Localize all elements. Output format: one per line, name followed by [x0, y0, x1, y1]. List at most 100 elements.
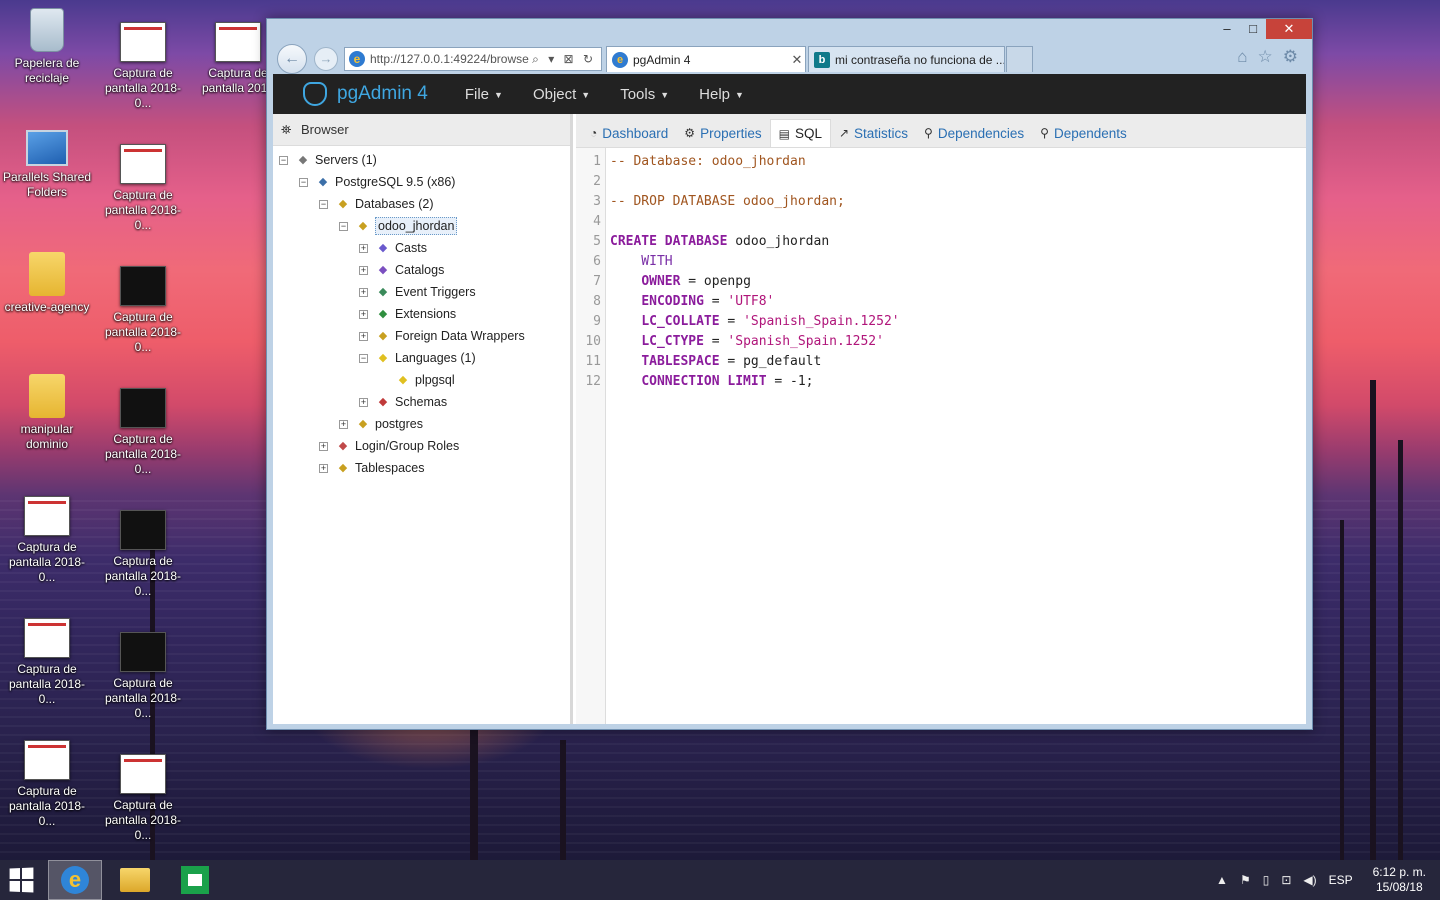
- tree-node-odoo-jhordan[interactable]: − ◆ odoo_jhordan: [339, 216, 458, 236]
- sql-code[interactable]: -- Database: odoo_jhordan -- DROP DATABAS…: [606, 148, 1306, 724]
- battery-icon[interactable]: ▯: [1263, 873, 1270, 887]
- code-line[interactable]: CREATE DATABASE odoo_jhordan: [606, 232, 1306, 252]
- desktop-icon-screenshot[interactable]: Captura de pantalla 2018-0...: [1, 740, 93, 829]
- taskbar-store[interactable]: [168, 860, 222, 900]
- tree-node-event-triggers[interactable]: + ◆ Event Triggers: [359, 282, 476, 302]
- settings-gear-icon[interactable]: ⚙: [1283, 47, 1298, 67]
- tree-node-schemas[interactable]: + ◆ Schemas: [359, 392, 447, 412]
- new-tab-button[interactable]: [1006, 46, 1033, 72]
- clock[interactable]: 6:12 p. m. 15/08/18: [1373, 865, 1426, 895]
- address-tools[interactable]: ⌕ ▾ ⊠ ↻: [532, 52, 601, 67]
- code-line[interactable]: OWNER = openpg: [606, 272, 1306, 292]
- tree-node-catalogs[interactable]: + ◆ Catalogs: [359, 260, 444, 280]
- network-icon[interactable]: ⊡: [1281, 873, 1291, 887]
- code-line[interactable]: -- DROP DATABASE odoo_jhordan;: [606, 192, 1306, 212]
- tab-dependents[interactable]: ⚲ Dependents: [1032, 119, 1135, 147]
- address-url[interactable]: http://127.0.0.1:49224/browse: [370, 52, 532, 66]
- code-line[interactable]: [606, 172, 1306, 192]
- tree-node-label: Servers (1): [315, 153, 377, 167]
- desktop-icon-monitor[interactable]: Parallels Shared Folders: [1, 130, 93, 200]
- expand-icon[interactable]: +: [339, 419, 348, 429]
- back-button[interactable]: ←: [277, 44, 307, 74]
- maximize-button[interactable]: □: [1240, 19, 1266, 39]
- pgadmin-page: pgAdmin 4 File ▼ Object ▼ Tools ▼ Help ▼ ⛯ B…: [273, 74, 1306, 724]
- code-line[interactable]: ENCODING = 'UTF8': [606, 292, 1306, 312]
- minimize-button[interactable]: –: [1214, 19, 1240, 39]
- menu-tools[interactable]: Tools ▼: [605, 86, 684, 103]
- expand-icon[interactable]: +: [319, 463, 328, 473]
- desktop-icon-label: Parallels Shared Folders: [2, 170, 92, 199]
- taskbar-internet-explorer[interactable]: e: [48, 860, 102, 900]
- taskbar-file-explorer[interactable]: [108, 860, 162, 900]
- code-line[interactable]: LC_COLLATE = 'Spanish_Spain.1252': [606, 312, 1306, 332]
- code-line[interactable]: TABLESPACE = pg_default: [606, 352, 1306, 372]
- tab-statistics[interactable]: ↗ Statistics: [831, 119, 916, 147]
- tree-node-label: postgres: [375, 417, 423, 431]
- collapse-icon[interactable]: −: [359, 353, 368, 363]
- start-button[interactable]: [0, 860, 42, 900]
- expand-icon[interactable]: +: [359, 397, 368, 407]
- desktop-icon-screenshot[interactable]: Captura de pantalla 2018-0...: [97, 144, 189, 233]
- close-button[interactable]: ✕: [1266, 19, 1312, 39]
- tab-sql[interactable]: ▤ SQL: [769, 119, 831, 147]
- expand-icon[interactable]: +: [319, 441, 328, 451]
- forward-button[interactable]: →: [314, 47, 338, 71]
- desktop-icon-screenshot[interactable]: Captura de pantalla 2018-0...: [1, 496, 93, 585]
- tree-node-databases-2[interactable]: − ◆ Databases (2): [319, 194, 434, 214]
- sql-editor[interactable]: 1 2 3 4 5 6 7 8 9 10 11 12 -- Database: odoo_jhorda…: [576, 148, 1306, 724]
- desktop-icon-screenshot[interactable]: Captura de pantalla 2018-0...: [97, 266, 189, 355]
- show-hidden-icons-icon[interactable]: ▲: [1216, 873, 1228, 887]
- folder-icon: [120, 868, 150, 892]
- menu-help[interactable]: Help ▼: [684, 86, 759, 103]
- tree-node-postgresql-9-5-x86[interactable]: − ◆ PostgreSQL 9.5 (x86): [299, 172, 455, 192]
- collapse-icon[interactable]: −: [279, 155, 288, 165]
- tree-node-postgres[interactable]: + ◆ postgres: [339, 414, 423, 434]
- expand-icon[interactable]: +: [359, 265, 368, 275]
- close-tab-icon[interactable]: ✕: [789, 52, 805, 68]
- favorites-star-icon[interactable]: ☆: [1258, 47, 1273, 67]
- code-line[interactable]: WITH: [606, 252, 1306, 272]
- expand-icon[interactable]: +: [359, 331, 368, 341]
- tab-dashboard[interactable]: ◔ Dashboard: [582, 119, 676, 147]
- expand-icon[interactable]: +: [359, 309, 368, 319]
- menu-object[interactable]: Object ▼: [518, 86, 605, 103]
- collapse-icon[interactable]: −: [339, 221, 348, 231]
- tree-node-languages-1[interactable]: − ◆ Languages (1): [359, 348, 476, 368]
- tree-node-casts[interactable]: + ◆ Casts: [359, 238, 427, 258]
- address-bar[interactable]: e http://127.0.0.1:49224/browse ⌕ ▾ ⊠ ↻: [344, 47, 602, 71]
- desktop-icon-folder[interactable]: creative-agency: [1, 252, 93, 315]
- desktop-icon-screenshot[interactable]: Captura de pantalla 2018-0...: [97, 632, 189, 721]
- desktop-icon-screenshot[interactable]: Captura de pantalla 2018-0...: [97, 388, 189, 477]
- pgadmin-brand[interactable]: pgAdmin 4: [303, 82, 428, 106]
- desktop-icon-screenshot[interactable]: Captura de pantalla 2018-0...: [97, 754, 189, 843]
- tab-pgadmin[interactable]: e pgAdmin 4 ✕: [606, 46, 806, 72]
- expand-icon[interactable]: +: [359, 243, 368, 253]
- code-line[interactable]: LC_CTYPE = 'Spanish_Spain.1252': [606, 332, 1306, 352]
- tree-node-foreign-data-wrappers[interactable]: + ◆ Foreign Data Wrappers: [359, 326, 525, 346]
- menu-file[interactable]: File ▼: [450, 86, 518, 103]
- desktop-icon-screenshot[interactable]: Captura de pantalla 2018-0...: [1, 618, 93, 707]
- collapse-icon[interactable]: −: [319, 199, 328, 209]
- expand-icon[interactable]: +: [359, 287, 368, 297]
- action-center-flag-icon[interactable]: ⚑: [1240, 873, 1251, 887]
- code-line[interactable]: [606, 212, 1306, 232]
- code-line[interactable]: -- Database: odoo_jhordan: [606, 152, 1306, 172]
- line-number: 2: [593, 174, 601, 189]
- input-language[interactable]: ESP: [1329, 873, 1353, 887]
- tab-properties[interactable]: ⚙ Properties: [676, 119, 769, 147]
- tab-bing-search[interactable]: b mi contraseña no funciona de ...: [808, 46, 1005, 72]
- desktop-icon-screenshot[interactable]: Captura de pantalla 2018-0...: [97, 510, 189, 599]
- home-icon[interactable]: ⌂: [1237, 47, 1247, 67]
- tree-node-plpgsql[interactable]: ◆ plpgsql: [379, 370, 455, 390]
- code-line[interactable]: CONNECTION LIMIT = -1;: [606, 372, 1306, 392]
- tree-node-tablespaces[interactable]: + ◆ Tablespaces: [319, 458, 425, 478]
- tree-node-extensions[interactable]: + ◆ Extensions: [359, 304, 456, 324]
- volume-icon[interactable]: ◀): [1303, 873, 1316, 887]
- tree-node-login-group-roles[interactable]: + ◆ Login/Group Roles: [319, 436, 459, 456]
- tree-node-servers-1[interactable]: − ◆ Servers (1): [279, 150, 377, 170]
- desktop-icon-screenshot[interactable]: Captura de pantalla 2018-0...: [97, 22, 189, 111]
- tab-dependencies[interactable]: ⚲ Dependencies: [916, 119, 1032, 147]
- collapse-icon[interactable]: −: [299, 177, 308, 187]
- desktop-icon-folder[interactable]: manipular dominio: [1, 374, 93, 452]
- desktop-icon-bin[interactable]: Papelera de reciclaje: [1, 8, 93, 86]
